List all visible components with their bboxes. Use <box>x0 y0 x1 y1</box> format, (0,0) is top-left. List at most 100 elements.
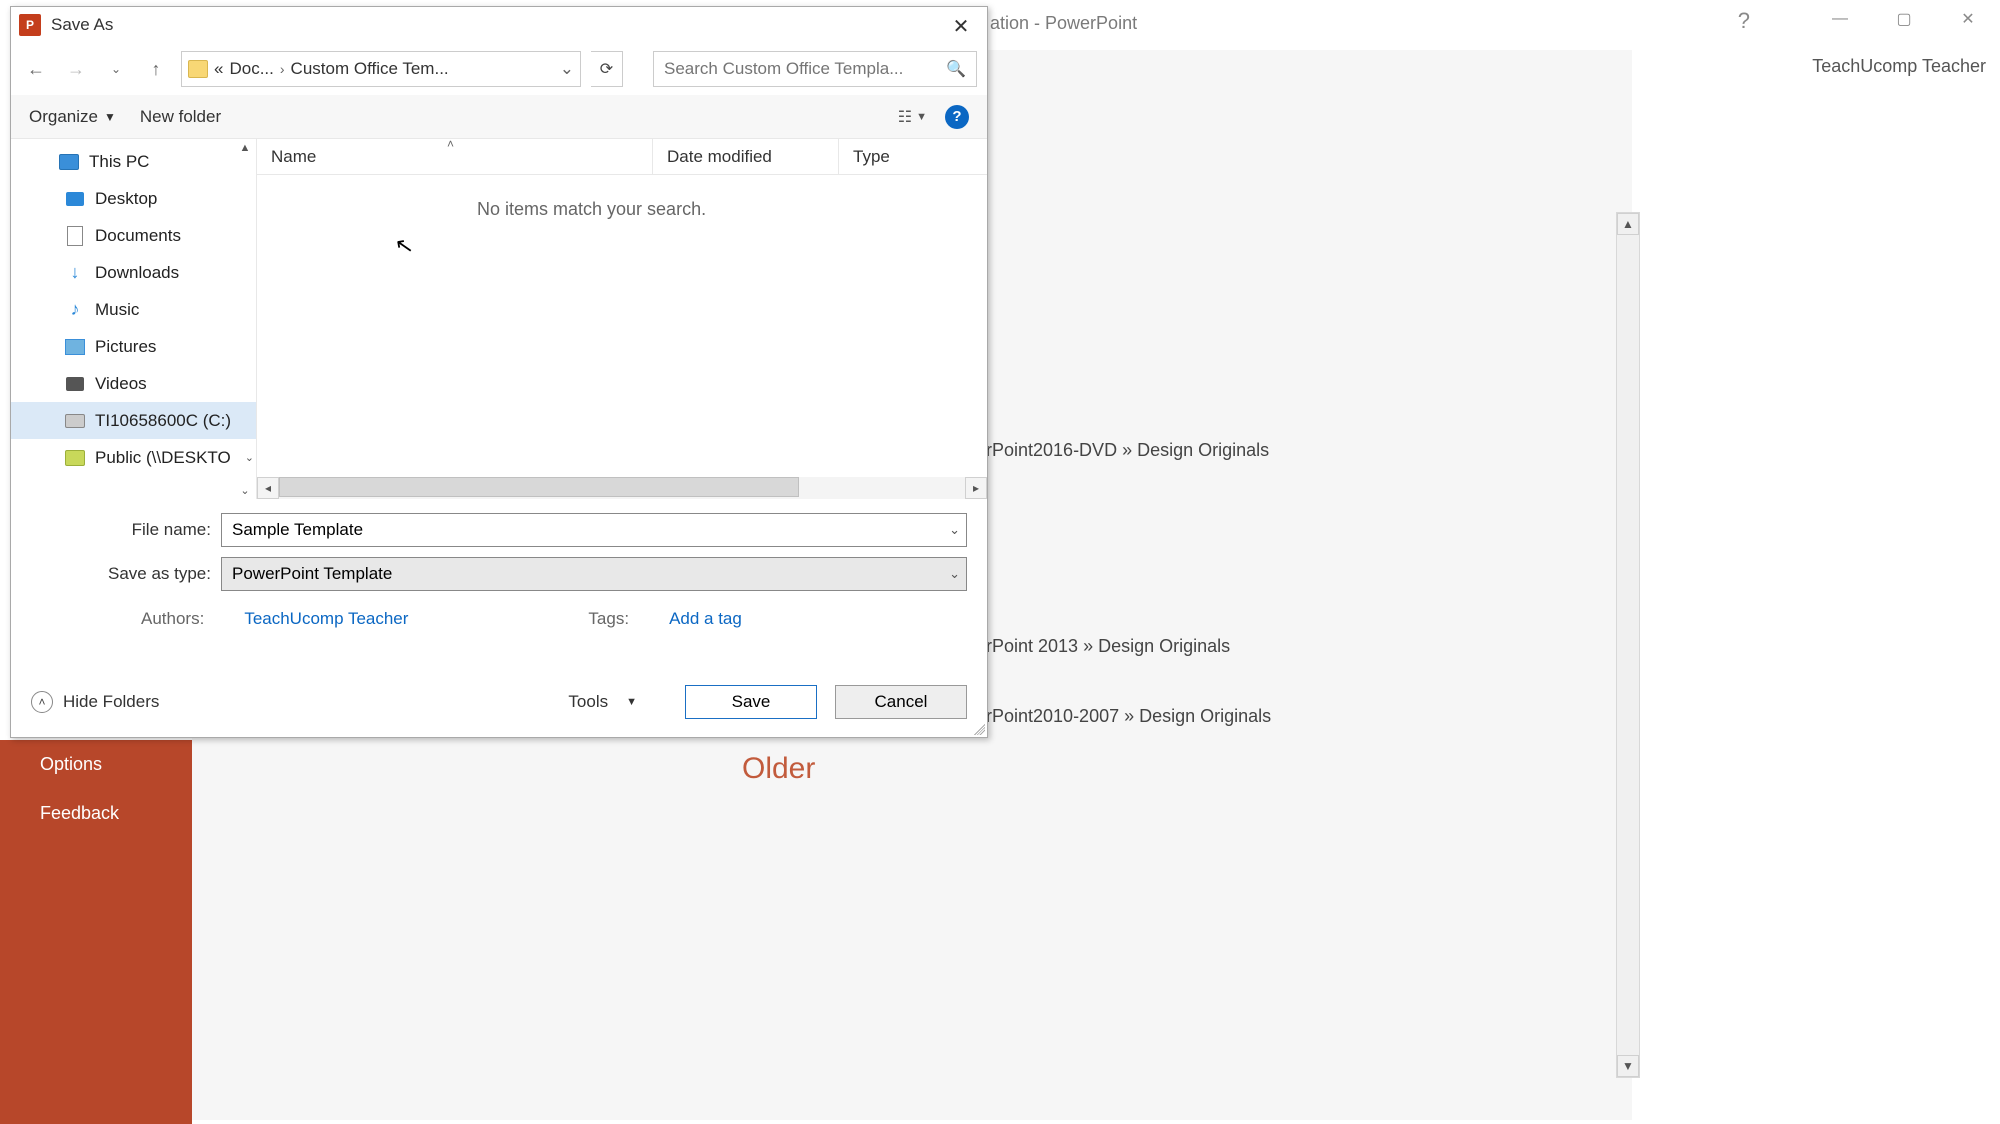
tags-value[interactable]: Add a tag <box>669 609 742 629</box>
tree-item-music[interactable]: Music <box>11 291 256 328</box>
recent-path-1[interactable]: rPoint2016-DVD » Design Originals <box>986 440 1269 461</box>
tree-item-cdrive[interactable]: TI10658600C (C:) <box>11 402 256 439</box>
folder-icon <box>188 60 208 78</box>
dialog-toolbar: Organize ▼ New folder ☷ ▼ ? <box>11 95 987 139</box>
breadcrumb-seg1[interactable]: Doc... <box>229 59 273 79</box>
save-as-dialog: P Save As ✕ ← → ⌄ ↑ « Doc... › Custom Of… <box>10 6 988 738</box>
new-folder-button[interactable]: New folder <box>140 107 221 127</box>
chevron-down-icon: ▼ <box>916 111 927 123</box>
breadcrumb-dropdown-icon[interactable]: ⌄ <box>560 59 574 79</box>
chevron-down-icon: ▼ <box>104 110 116 124</box>
chevron-down-icon[interactable]: ⌄ <box>949 566 960 582</box>
recent-path-3[interactable]: rPoint2010-2007 » Design Originals <box>986 706 1271 727</box>
dialog-title: Save As <box>51 15 113 35</box>
breadcrumb-seg2[interactable]: Custom Office Tem... <box>291 59 449 79</box>
drive-icon <box>65 412 85 430</box>
scroll-up-icon[interactable]: ▲ <box>1617 213 1639 235</box>
scroll-thumb[interactable] <box>279 477 799 497</box>
tree-label: Downloads <box>95 263 179 283</box>
view-options-button[interactable]: ☷ ▼ <box>898 107 927 127</box>
help-button[interactable]: ? <box>1738 8 1750 34</box>
column-header-date[interactable]: Date modified <box>653 139 839 174</box>
tree-item-network-share[interactable]: Public (\\DESKTO⌄ <box>11 439 256 476</box>
column-header-name[interactable]: Name ˄ <box>257 139 653 174</box>
horizontal-scrollbar[interactable]: ◂ ▸ <box>257 477 987 499</box>
backstage-sidebar: Options Feedback <box>0 740 192 1124</box>
music-icon <box>65 301 85 319</box>
powerpoint-window: ation - PowerPoint ? — ▢ ✕ TeachUcomp Te… <box>0 0 2000 1124</box>
savetype-value: PowerPoint Template <box>232 564 392 584</box>
dialog-titlebar: P Save As ✕ <box>11 7 987 43</box>
tree-item-documents[interactable]: Documents <box>11 217 256 254</box>
signed-in-user[interactable]: TeachUcomp Teacher <box>1812 56 1986 77</box>
minimize-button[interactable]: — <box>1808 0 1872 38</box>
tree-label: Pictures <box>95 337 156 357</box>
filename-input[interactable]: ⌄ <box>221 513 967 547</box>
resize-grip-icon[interactable] <box>971 721 985 735</box>
tree-item-pictures[interactable]: Pictures <box>11 328 256 365</box>
search-box[interactable]: 🔍 <box>653 51 977 87</box>
nav-up-button[interactable]: ↑ <box>141 54 171 84</box>
tree-label: Desktop <box>95 189 157 209</box>
dialog-body: ▲ This PC Desktop Documents Downloads Mu… <box>11 139 987 499</box>
folder-tree[interactable]: ▲ This PC Desktop Documents Downloads Mu… <box>11 139 257 499</box>
hide-folders-button[interactable]: ˄ Hide Folders <box>31 691 159 713</box>
tree-scroll-down-icon[interactable]: ⌄ <box>236 481 254 499</box>
tools-label: Tools <box>568 692 608 712</box>
metadata-row: Authors: TeachUcomp Teacher Tags: Add a … <box>11 601 987 629</box>
empty-list-message: No items match your search. <box>477 199 706 220</box>
breadcrumb[interactable]: « Doc... › Custom Office Tem... ⌄ <box>181 51 581 87</box>
tree-label: Videos <box>95 374 147 394</box>
videos-icon <box>65 375 85 393</box>
filename-label: File name: <box>31 520 221 540</box>
pictures-icon <box>65 338 85 356</box>
tree-label: Documents <box>95 226 181 246</box>
tree-item-thispc[interactable]: This PC <box>11 143 256 180</box>
refresh-button[interactable]: ⟳ <box>591 51 623 87</box>
cancel-button[interactable]: Cancel <box>835 685 967 719</box>
older-heading: Older <box>742 752 815 786</box>
dialog-close-button[interactable]: ✕ <box>941 11 981 41</box>
pp-title: ation - PowerPoint <box>990 13 1137 34</box>
dialog-help-button[interactable]: ? <box>945 105 969 129</box>
tree-label: Public (\\DESKTO <box>95 448 231 468</box>
document-icon <box>65 227 85 245</box>
recent-path-2[interactable]: rPoint 2013 » Design Originals <box>986 636 1230 657</box>
tree-item-videos[interactable]: Videos <box>11 365 256 402</box>
chevron-right-icon: › <box>280 61 285 77</box>
column-header-type[interactable]: Type <box>839 139 987 174</box>
network-drive-icon <box>65 449 85 467</box>
pc-icon <box>59 153 79 171</box>
breadcrumb-chevrons: « <box>214 59 223 79</box>
organize-label: Organize <box>29 107 98 127</box>
nav-back-button[interactable]: ← <box>21 54 51 84</box>
tree-item-desktop[interactable]: Desktop <box>11 180 256 217</box>
file-list[interactable]: Name ˄ Date modified Type No items match… <box>257 139 987 499</box>
sidebar-item-options[interactable]: Options <box>0 740 192 789</box>
chevron-down-icon[interactable]: ⌄ <box>949 522 960 538</box>
save-button[interactable]: Save <box>685 685 817 719</box>
search-input[interactable] <box>664 59 946 79</box>
tools-menu[interactable]: Tools ▼ <box>568 692 637 712</box>
nav-forward-button[interactable]: → <box>61 54 91 84</box>
scroll-right-icon[interactable]: ▸ <box>965 477 987 499</box>
tree-label: Music <box>95 300 139 320</box>
organize-menu[interactable]: Organize ▼ <box>29 107 116 127</box>
scroll-down-icon[interactable]: ▼ <box>1617 1055 1639 1077</box>
tree-item-downloads[interactable]: Downloads <box>11 254 256 291</box>
scroll-left-icon[interactable]: ◂ <box>257 477 279 499</box>
sidebar-item-feedback[interactable]: Feedback <box>0 789 192 838</box>
scroll-track[interactable] <box>279 477 965 499</box>
savetype-select[interactable]: PowerPoint Template ⌄ <box>221 557 967 591</box>
search-icon[interactable]: 🔍 <box>946 59 966 79</box>
content-scrollbar[interactable]: ▲ ▼ <box>1616 212 1640 1078</box>
maximize-button[interactable]: ▢ <box>1872 0 1936 38</box>
close-button[interactable]: ✕ <box>1936 0 2000 38</box>
tree-label: TI10658600C (C:) <box>95 411 231 431</box>
nav-recent-dropdown[interactable]: ⌄ <box>101 54 131 84</box>
authors-value[interactable]: TeachUcomp Teacher <box>244 609 408 629</box>
tree-label: This PC <box>89 152 149 172</box>
column-header-row: Name ˄ Date modified Type <box>257 139 987 175</box>
filename-field[interactable] <box>232 520 956 540</box>
sort-ascending-icon: ˄ <box>447 137 454 151</box>
